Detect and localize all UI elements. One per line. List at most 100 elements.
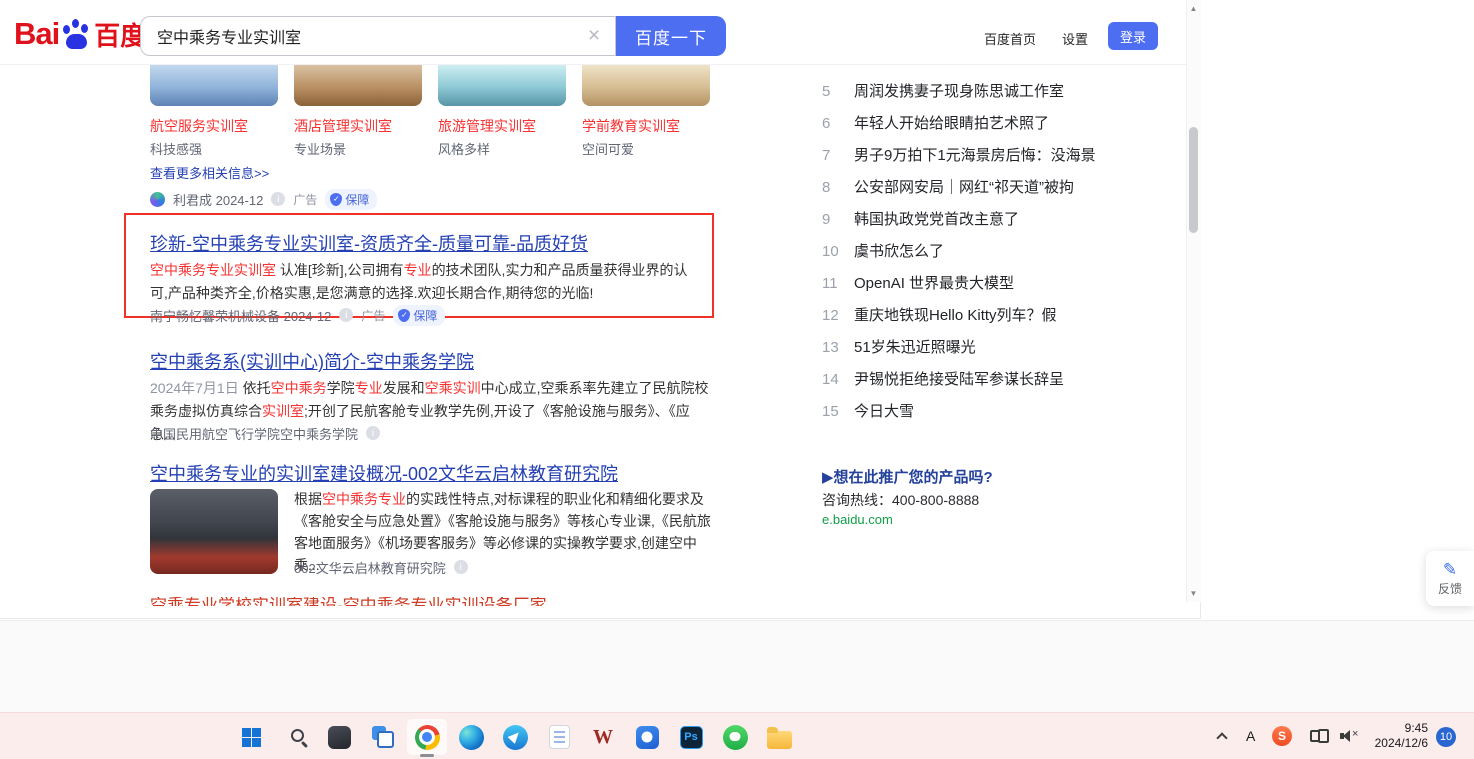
tray-clock[interactable]: 9:45 2024/12/6 [1358, 721, 1428, 751]
result-title-2[interactable]: 空中乘务专业的实训室建设概况-002文华云启林教育研究院 [150, 460, 618, 486]
hot-text: 今日大雪 [854, 400, 914, 421]
taskbar-edge[interactable] [451, 719, 491, 755]
hot-rank: 6 [822, 115, 844, 132]
active-app-indicator [420, 754, 434, 757]
notification-count-badge[interactable]: 10 [1436, 727, 1456, 747]
hot-item-11[interactable]: 11OpenAI 世界最贵大模型 [822, 272, 1178, 293]
result-title-1[interactable]: 空中乘务系(实训中心)简介-空中乘务学院 [150, 348, 474, 374]
feedback-widget[interactable]: ✎ 反馈 [1426, 551, 1474, 606]
hot-item-7[interactable]: 7 男子9万拍下1元海景房后悔：没海景 [822, 144, 1178, 165]
word-icon: W [593, 726, 613, 749]
result-title-ad[interactable]: 珍新-空中乘务专业实训室-资质齐全-质量可靠-品质好货 [150, 230, 588, 256]
source-name: 利君成 2024-12 [173, 190, 263, 209]
taskbar-blue-app[interactable] [627, 719, 667, 755]
tray-sogou-icon[interactable]: S [1272, 726, 1292, 746]
scrollbar-track[interactable] [1186, 0, 1201, 602]
result-desc-ad: 空中乘务专业实训室 认准[珍新],公司拥有专业的技术团队,实力和产品质量获得业界… [150, 259, 699, 305]
taskbar-compass-browser[interactable] [495, 719, 535, 755]
baozhang-badge[interactable]: 保障 [325, 189, 377, 210]
scroll-down-icon[interactable]: ▼ [1186, 589, 1201, 598]
nav-baidu-home[interactable]: 百度首页 [984, 29, 1036, 48]
search-button[interactable]: 百度一下 [616, 16, 726, 56]
compass-browser-icon [503, 725, 528, 750]
taskbar-green-chat[interactable] [715, 719, 755, 755]
blue-app-icon [636, 726, 659, 749]
tray-ime-indicator[interactable]: A [1246, 728, 1255, 744]
scrollbar-thumb[interactable] [1189, 127, 1198, 233]
more-related-link[interactable]: 查看更多相关信息>> [150, 163, 269, 182]
notes-icon [549, 725, 570, 749]
promo-hotline: 咨询热线：400-800-8888 [822, 490, 979, 510]
tray-cast-icon[interactable] [1310, 730, 1327, 742]
related-image-title-1[interactable]: 航空服务实训室 [150, 116, 248, 136]
taskbar-dark-app[interactable] [319, 719, 359, 755]
hot-text: 男子9万拍下1元海景房后悔：没海景 [854, 144, 1096, 165]
feedback-label: 反馈 [1438, 580, 1462, 597]
search-input[interactable] [141, 17, 573, 55]
chrome-icon [415, 725, 440, 750]
nav-settings[interactable]: 设置 [1062, 29, 1088, 48]
hot-rank: 9 [822, 211, 844, 228]
tray-volume-muted-icon[interactable] [1340, 729, 1360, 743]
hot-text: 韩国执政党党首改主意了 [854, 208, 1019, 229]
taskbar-notes[interactable] [539, 719, 579, 755]
page-footer-area [0, 620, 1474, 712]
related-image-title-4[interactable]: 学前教育实训室 [582, 116, 680, 136]
taskbar-photoshop[interactable]: Ps [671, 719, 711, 755]
hot-item-8[interactable]: 8公安部网安局｜网红“祁天道”被拘 [822, 176, 1178, 197]
folder-icon [767, 731, 792, 749]
hot-item-10[interactable]: 10虞书欣怎么了 [822, 240, 1178, 261]
ad-label: 广告 [361, 307, 385, 324]
hot-text: 周润发携妻子现身陈思诚工作室 [854, 80, 1064, 101]
related-image-title-2[interactable]: 酒店管理实训室 [294, 116, 392, 136]
hot-item-15[interactable]: 15今日大雪 [822, 400, 1178, 421]
hot-item-12[interactable]: 12 重庆地铁现Hello Kitty列车？假 [822, 304, 1178, 325]
baidu-logo[interactable]: Bai 百度 [14, 12, 146, 56]
hot-text: 重庆地铁现Hello Kitty列车？假 [854, 304, 1057, 325]
login-button[interactable]: 登录 [1108, 22, 1158, 50]
promo-link[interactable]: e.baidu.com [822, 512, 893, 527]
result-thumbnail-cabin[interactable] [150, 489, 278, 574]
badge-label: 保障 [345, 191, 369, 208]
hot-text: 公安部网安局｜网红“祁天道”被拘 [854, 176, 1074, 197]
baidu-paw-icon [61, 15, 92, 53]
related-image-thumb-3[interactable] [438, 65, 566, 106]
source-name: 中国民用航空飞行学院空中乘务学院 [150, 424, 358, 443]
clear-search-icon[interactable]: × [573, 17, 615, 55]
scroll-up-icon[interactable]: ▲ [1186, 4, 1201, 13]
related-image-title-3[interactable]: 旅游管理实训室 [438, 116, 536, 136]
info-icon[interactable] [366, 426, 380, 440]
source-row-related: 利君成 2024-12 广告 保障 [150, 190, 377, 208]
taskbar-task-view[interactable] [363, 719, 403, 755]
hot-item-6[interactable]: 6 年轻人开始给眼睛拍艺术照了 [822, 112, 1178, 133]
source-name: 南宁畅忆馨荣机械设备 2024-12 [150, 306, 331, 325]
hot-rank: 7 [822, 147, 844, 164]
related-image-thumb-2[interactable] [294, 65, 422, 106]
taskbar-file-explorer[interactable] [759, 719, 799, 755]
hot-item-9[interactable]: 9 韩国执政党党首改主意了 [822, 208, 1178, 229]
hot-item-14[interactable]: 14尹锡悦拒绝接受陆军参谋长辞呈 [822, 368, 1178, 389]
taskbar-start-button[interactable] [231, 719, 271, 755]
info-icon[interactable] [271, 192, 285, 206]
taskbar-search-button[interactable] [275, 719, 315, 755]
baozhang-badge[interactable]: 保障 [393, 305, 445, 326]
info-icon[interactable] [454, 560, 468, 574]
tray-date: 2024/12/6 [1358, 736, 1428, 751]
promo-title[interactable]: ▶想在此推广您的产品吗? [822, 466, 993, 487]
related-image-subtitle-2: 专业场景 [294, 139, 346, 158]
hot-text: 年轻人开始给眼睛拍艺术照了 [854, 112, 1049, 133]
source-row-1: 中国民用航空飞行学院空中乘务学院 [150, 424, 380, 442]
info-icon[interactable] [339, 308, 353, 322]
tray-chevron-up-icon[interactable] [1216, 732, 1227, 743]
clipped-result-title[interactable]: 空乘专业学校实训室建设-空中乘务专业实训设备厂家 [150, 597, 590, 606]
hot-text: OpenAI 世界最贵大模型 [854, 272, 1014, 293]
taskbar-chrome[interactable] [407, 719, 447, 755]
hot-rank: 12 [822, 307, 844, 324]
taskbar-word[interactable]: W [583, 719, 623, 755]
hot-item-5[interactable]: 5周润发携妻子现身陈思诚工作室 [822, 80, 1178, 101]
hot-rank: 10 [822, 243, 844, 260]
related-image-thumb-1[interactable] [150, 65, 278, 106]
related-image-thumb-4[interactable] [582, 65, 710, 106]
hot-item-13[interactable]: 1351岁朱迅近照曝光 [822, 336, 1178, 357]
green-chat-icon [723, 725, 748, 750]
